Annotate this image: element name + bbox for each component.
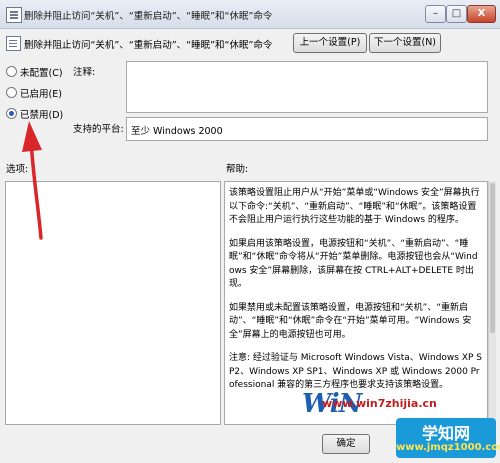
options-pane bbox=[5, 181, 221, 425]
radio-indicator bbox=[6, 87, 17, 98]
policy-window-icon bbox=[6, 7, 22, 23]
watermark-badge-name: 学知网 bbox=[421, 424, 470, 443]
help-paragraph: 如果启用该策略设置，电源按钮和“关机”、“重新启动”、“睡眠”和“休眠”命令将从… bbox=[229, 238, 478, 290]
title-bar: 删除并阻止访问“关机”、“重新启动”、“睡眠”和“休眠”命令 – □ X bbox=[0, 0, 500, 29]
previous-setting-button[interactable]: 上一个设置(P) bbox=[293, 33, 367, 53]
help-paragraph: 注意: 经过验证与 Microsoft Windows Vista、Window… bbox=[229, 353, 483, 390]
supported-platform-label: 支持的平台: bbox=[73, 124, 124, 135]
options-label: 选项: bbox=[6, 164, 29, 175]
radio-disabled[interactable]: 已禁用(D) bbox=[6, 107, 63, 121]
maximize-button[interactable]: □ bbox=[446, 5, 467, 23]
help-scrollbar[interactable] bbox=[488, 181, 496, 423]
radio-not-configured[interactable]: 未配置(C) bbox=[6, 65, 63, 79]
radio-indicator bbox=[6, 108, 17, 119]
watermark-badge: 学知网 www.jmqz1000.com bbox=[396, 418, 500, 458]
window-title: 删除并阻止访问“关机”、“重新启动”、“睡眠”和“休眠”命令 bbox=[24, 11, 273, 22]
radio-label: 已禁用(D) bbox=[20, 110, 64, 121]
comment-textarea[interactable] bbox=[126, 61, 488, 113]
next-setting-button[interactable]: 下一个设置(N) bbox=[369, 33, 441, 53]
comment-label: 注释: bbox=[73, 67, 96, 78]
radio-label: 未配置(C) bbox=[20, 68, 63, 79]
help-text: 该策略设置阻止用户从“开始”菜单或“Windows 安全”屏幕执行以下命令:“关… bbox=[229, 187, 483, 403]
policy-name: 删除并阻止访问“关机”、“重新启动”、“睡眠”和“休眠”命令 bbox=[24, 40, 273, 51]
radio-label: 已启用(E) bbox=[20, 89, 62, 100]
close-button[interactable]: X bbox=[467, 5, 496, 23]
help-paragraph: 该策略设置阻止用户从“开始”菜单或“Windows 安全”屏幕执行以下命令:“关… bbox=[229, 188, 480, 225]
supported-platform-field: 至少 Windows 2000 bbox=[126, 117, 488, 141]
policy-setting-icon bbox=[6, 36, 21, 51]
ok-button[interactable]: 确定 bbox=[322, 434, 370, 454]
help-label: 帮助: bbox=[226, 164, 249, 175]
arrow-head bbox=[22, 121, 42, 152]
radio-enabled[interactable]: 已启用(E) bbox=[6, 86, 62, 100]
supported-platform-value: 至少 Windows 2000 bbox=[131, 126, 223, 137]
watermark-url: www.win7zhijia.cn bbox=[322, 397, 437, 410]
radio-indicator bbox=[6, 66, 17, 77]
minimize-button[interactable]: – bbox=[425, 5, 446, 23]
watermark-badge-site: www.jmqz1000.com bbox=[396, 442, 500, 453]
help-paragraph: 如果禁用或未配置该策略设置，电源按钮和“关机”、“重新启动”、“睡眠”和“休眠”… bbox=[229, 302, 472, 340]
